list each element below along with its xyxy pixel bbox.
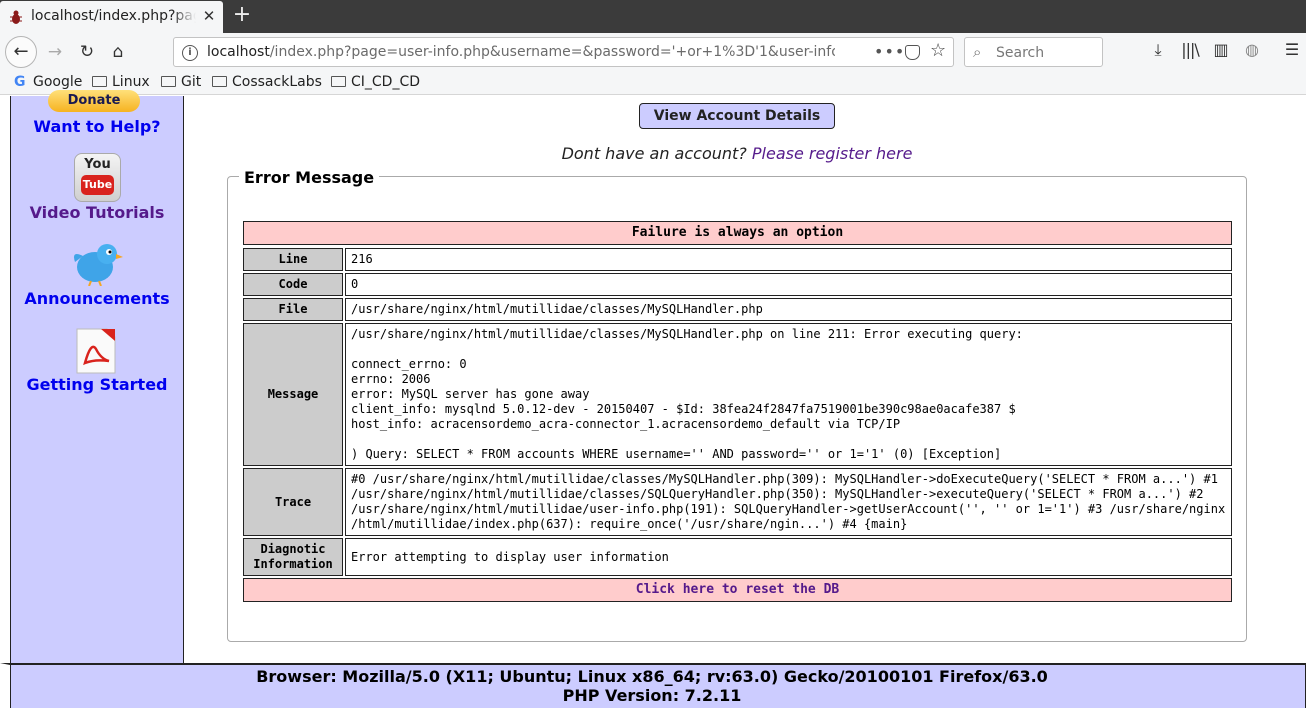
pdf-icon[interactable] bbox=[75, 327, 117, 375]
want-to-help-link[interactable]: Want to Help? bbox=[11, 117, 183, 136]
url-text[interactable]: localhost/index.php?page=user-info.php&u… bbox=[207, 44, 835, 60]
tab-bar: localhost/index.php?page=user-info.php&u… bbox=[0, 0, 1306, 33]
bug-favicon-icon bbox=[10, 10, 22, 24]
error-legend: Error Message bbox=[239, 168, 380, 187]
search-placeholder: Search bbox=[996, 45, 1045, 61]
reload-icon[interactable]: ↻ bbox=[72, 37, 102, 67]
message-label: Message bbox=[243, 323, 343, 466]
library-icon[interactable]: |||\ bbox=[1179, 40, 1201, 59]
bookmark-star-icon[interactable]: ☆ bbox=[930, 40, 946, 61]
twitter-bird-icon[interactable] bbox=[71, 240, 123, 286]
search-icon: ⌕ bbox=[973, 43, 982, 61]
folder-icon bbox=[161, 76, 176, 87]
line-value: 216 bbox=[345, 248, 1232, 271]
bookmarks-toolbar: G Google Linux Git CossackLabs CI_CD_CD bbox=[0, 70, 1306, 95]
google-icon: G bbox=[14, 74, 26, 90]
announcements-link[interactable]: Announcements bbox=[11, 289, 183, 308]
main-content: View Account Details Dont have an accoun… bbox=[184, 96, 1306, 664]
youtube-icon[interactable]: You Tube bbox=[74, 153, 121, 202]
forward-arrow-icon[interactable]: → bbox=[40, 37, 70, 67]
bookmark-linux[interactable]: Linux bbox=[92, 74, 150, 90]
register-prompt: Dont have an account? Please register he… bbox=[184, 144, 1290, 163]
folder-icon bbox=[331, 76, 346, 87]
donate-button[interactable]: Donate bbox=[48, 90, 140, 112]
url-path: /index.php?page=user-info.php&username=&… bbox=[269, 44, 835, 60]
url-bar[interactable]: i localhost/index.php?page=user-info.php… bbox=[173, 37, 954, 67]
sync-account-icon[interactable]: ◍ bbox=[1241, 40, 1263, 59]
folder-icon bbox=[92, 76, 107, 87]
bookmark-git[interactable]: Git bbox=[161, 74, 201, 90]
sidebar-icon[interactable]: ▥ bbox=[1210, 40, 1232, 59]
file-value: /usr/share/nginx/html/mutillidae/classes… bbox=[345, 298, 1232, 321]
view-account-details-button[interactable]: View Account Details bbox=[639, 103, 835, 129]
folder-icon bbox=[212, 76, 227, 87]
search-box[interactable]: ⌕ Search bbox=[964, 37, 1103, 67]
browser-tab[interactable]: localhost/index.php?page=user-info.php&u… bbox=[0, 1, 223, 33]
pocket-icon[interactable] bbox=[905, 45, 920, 60]
code-value: 0 bbox=[345, 273, 1232, 296]
downloads-icon[interactable]: ⤓ bbox=[1147, 40, 1169, 60]
page-actions-icon[interactable]: ••• bbox=[874, 42, 905, 61]
reset-db-link[interactable]: Click here to reset the DB bbox=[243, 578, 1232, 602]
footer-php-version: PHP Version: 7.2.11 bbox=[562, 686, 742, 705]
line-label: Line bbox=[243, 248, 343, 271]
bookmark-cossacklabs[interactable]: CossackLabs bbox=[212, 74, 322, 90]
navigation-toolbar: ← → ↻ ⌂ i localhost/index.php?page=user-… bbox=[0, 33, 1306, 70]
error-message-fieldset: Error Message Failure is always an optio… bbox=[227, 168, 1247, 642]
bookmark-ci-cd[interactable]: CI_CD_CD bbox=[331, 74, 420, 90]
page-content: Donate Want to Help? You Tube Video Tuto… bbox=[0, 90, 1306, 708]
register-link[interactable]: Please register here bbox=[752, 144, 913, 163]
code-label: Code bbox=[243, 273, 343, 296]
new-tab-icon[interactable]: + bbox=[231, 3, 253, 27]
message-value: /usr/share/nginx/html/mutillidae/classes… bbox=[345, 323, 1232, 466]
register-prefix: Dont have an account? bbox=[561, 144, 747, 163]
back-arrow-icon[interactable]: ← bbox=[5, 36, 37, 68]
getting-started-link[interactable]: Getting Started bbox=[11, 375, 183, 394]
bookmark-google[interactable]: G Google bbox=[14, 74, 82, 90]
tab-title: localhost/index.php?page=user-info.php&u… bbox=[31, 8, 196, 24]
close-tab-icon[interactable]: ✕ bbox=[200, 7, 218, 25]
diagnostic-value: Error attempting to display user informa… bbox=[345, 538, 1232, 576]
footer: Browser: Mozilla/5.0 (X11; Ubuntu; Linux… bbox=[0, 663, 1306, 708]
menu-icon[interactable]: ☰ bbox=[1281, 40, 1303, 59]
file-label: File bbox=[243, 298, 343, 321]
error-heading: Failure is always an option bbox=[243, 221, 1232, 245]
site-info-icon[interactable]: i bbox=[182, 45, 198, 61]
video-tutorials-link[interactable]: Video Tutorials bbox=[11, 203, 183, 222]
sidebar: Donate Want to Help? You Tube Video Tuto… bbox=[10, 90, 184, 664]
home-icon[interactable]: ⌂ bbox=[103, 37, 133, 67]
trace-label: Trace bbox=[243, 468, 343, 536]
diagnostic-label: Diagnotic Information bbox=[243, 538, 343, 576]
footer-browser-info: Browser: Mozilla/5.0 (X11; Ubuntu; Linux… bbox=[256, 667, 1048, 686]
trace-value: #0 /usr/share/nginx/html/mutillidae/clas… bbox=[345, 468, 1232, 536]
url-host: localhost bbox=[207, 44, 270, 60]
